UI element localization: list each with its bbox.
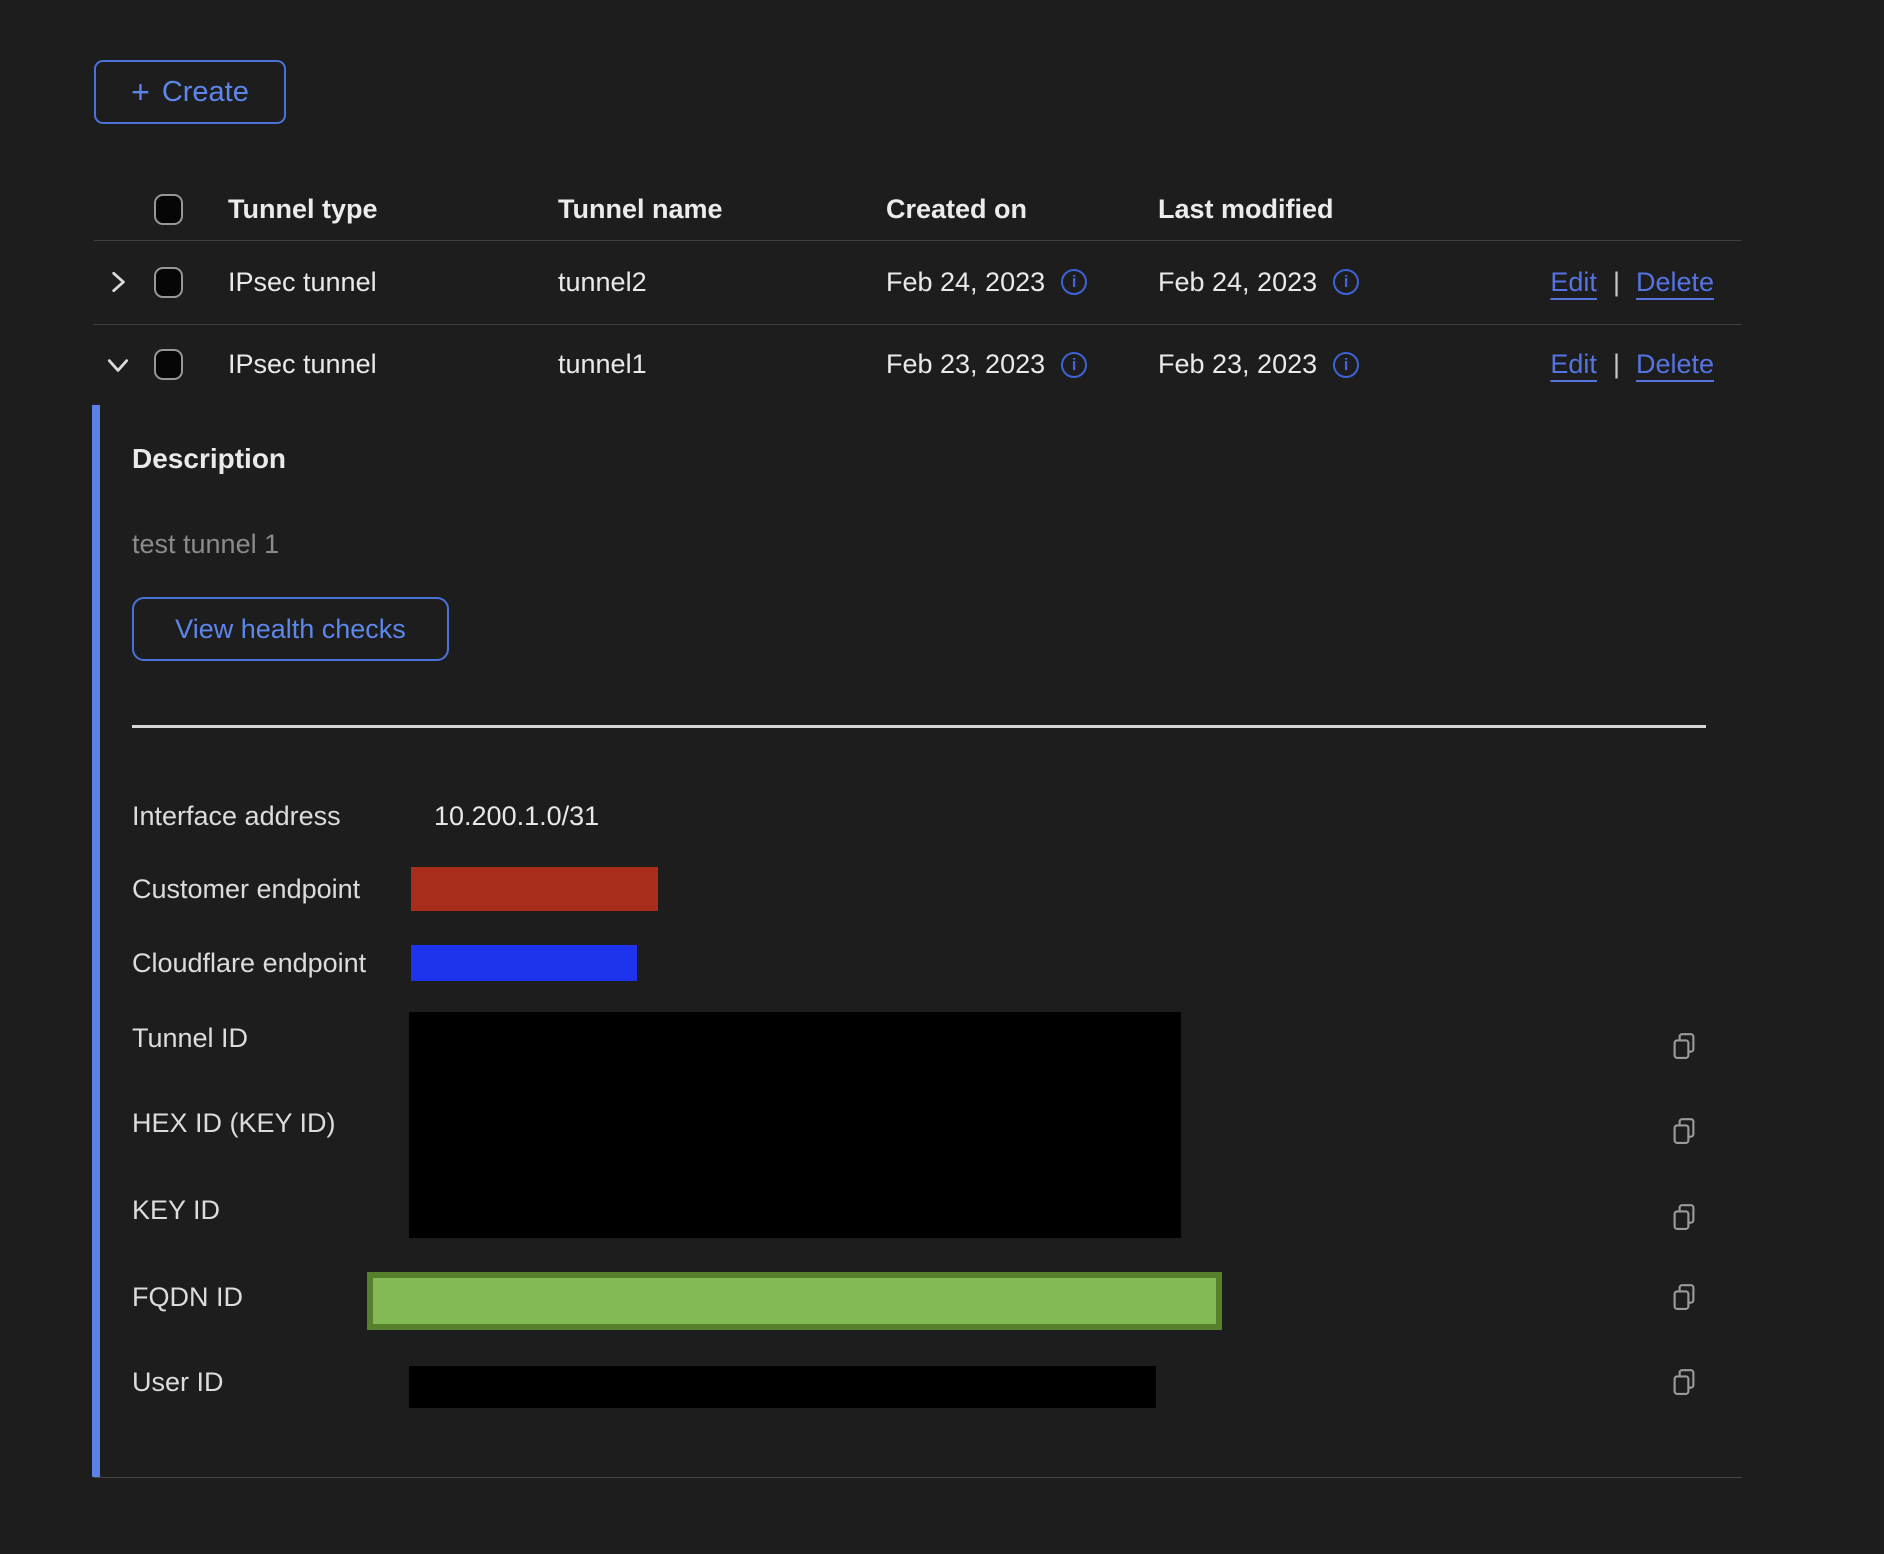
field-label: FQDN ID (132, 1277, 243, 1317)
table-row: IPsec tunnel tunnel1 Feb 23, 2023 i Feb … (94, 324, 1742, 405)
create-button-label: Create (162, 76, 249, 109)
action-separator: | (1613, 349, 1620, 380)
header-created-on: Created on (886, 178, 1027, 240)
field-label: User ID (132, 1362, 224, 1402)
tunnel-name-cell: tunnel2 (558, 240, 647, 324)
created-on-value: Feb 23, 2023 (886, 349, 1045, 380)
description-label: Description (132, 443, 286, 475)
user-id-redacted-value (409, 1366, 1156, 1408)
header-last-modified: Last modified (1158, 178, 1334, 240)
info-circle-icon[interactable]: i (1333, 352, 1359, 378)
chevron-right-icon[interactable] (100, 240, 136, 324)
delete-link[interactable]: Delete (1636, 349, 1714, 380)
select-all-checkbox[interactable] (154, 194, 183, 225)
create-button[interactable]: + Create (94, 60, 286, 124)
field-label: Cloudflare endpoint (132, 943, 366, 983)
customer-endpoint-redacted-value (411, 867, 658, 911)
edit-link[interactable]: Edit (1550, 267, 1597, 298)
delete-link[interactable]: Delete (1636, 267, 1714, 298)
view-health-checks-button[interactable]: View health checks (132, 597, 449, 661)
cloudflare-endpoint-redacted-value (411, 945, 637, 981)
select-all-cell (154, 178, 198, 240)
header-tunnel-type: Tunnel type (228, 178, 378, 240)
interface-address-value: 10.200.1.0/31 (434, 796, 599, 836)
info-circle-icon[interactable]: i (1333, 269, 1359, 295)
last-modified-value: Feb 24, 2023 (1158, 267, 1317, 298)
action-separator: | (1613, 267, 1620, 298)
tunnel-detail-panel: Description test tunnel 1 View health ch… (94, 405, 1742, 1478)
tunnel-name-cell: tunnel1 (558, 324, 647, 405)
section-divider (132, 725, 1706, 728)
info-circle-icon[interactable]: i (1061, 352, 1087, 378)
tunnel-hex-key-id-redacted-value (409, 1012, 1181, 1238)
field-label: Interface address (132, 796, 341, 836)
last-modified-value: Feb 23, 2023 (1158, 349, 1317, 380)
header-tunnel-name: Tunnel name (558, 178, 723, 240)
field-label: HEX ID (KEY ID) (132, 1103, 336, 1143)
fqdn-id-redacted-value (367, 1272, 1222, 1330)
row-checkbox[interactable] (154, 349, 183, 380)
chevron-down-icon[interactable] (100, 324, 136, 405)
field-label: KEY ID (132, 1190, 220, 1230)
plus-icon: + (131, 76, 150, 108)
row-checkbox[interactable] (154, 267, 183, 298)
tunnel-type-cell: IPsec tunnel (228, 324, 377, 405)
tunnel-type-cell: IPsec tunnel (228, 240, 377, 324)
copy-icon[interactable] (1668, 1366, 1700, 1398)
info-circle-icon[interactable]: i (1061, 269, 1087, 295)
copy-icon[interactable] (1668, 1115, 1700, 1147)
copy-icon[interactable] (1668, 1201, 1700, 1233)
created-on-value: Feb 24, 2023 (886, 267, 1045, 298)
expanded-row-indicator-bar (92, 405, 100, 1477)
description-value: test tunnel 1 (132, 529, 279, 560)
table-row: IPsec tunnel tunnel2 Feb 24, 2023 i Feb … (94, 240, 1742, 325)
field-label: Tunnel ID (132, 1018, 248, 1058)
table-header-row: Tunnel type Tunnel name Created on Last … (94, 178, 1742, 241)
copy-icon[interactable] (1668, 1281, 1700, 1313)
copy-icon[interactable] (1668, 1030, 1700, 1062)
field-label: Customer endpoint (132, 869, 360, 909)
edit-link[interactable]: Edit (1550, 349, 1597, 380)
